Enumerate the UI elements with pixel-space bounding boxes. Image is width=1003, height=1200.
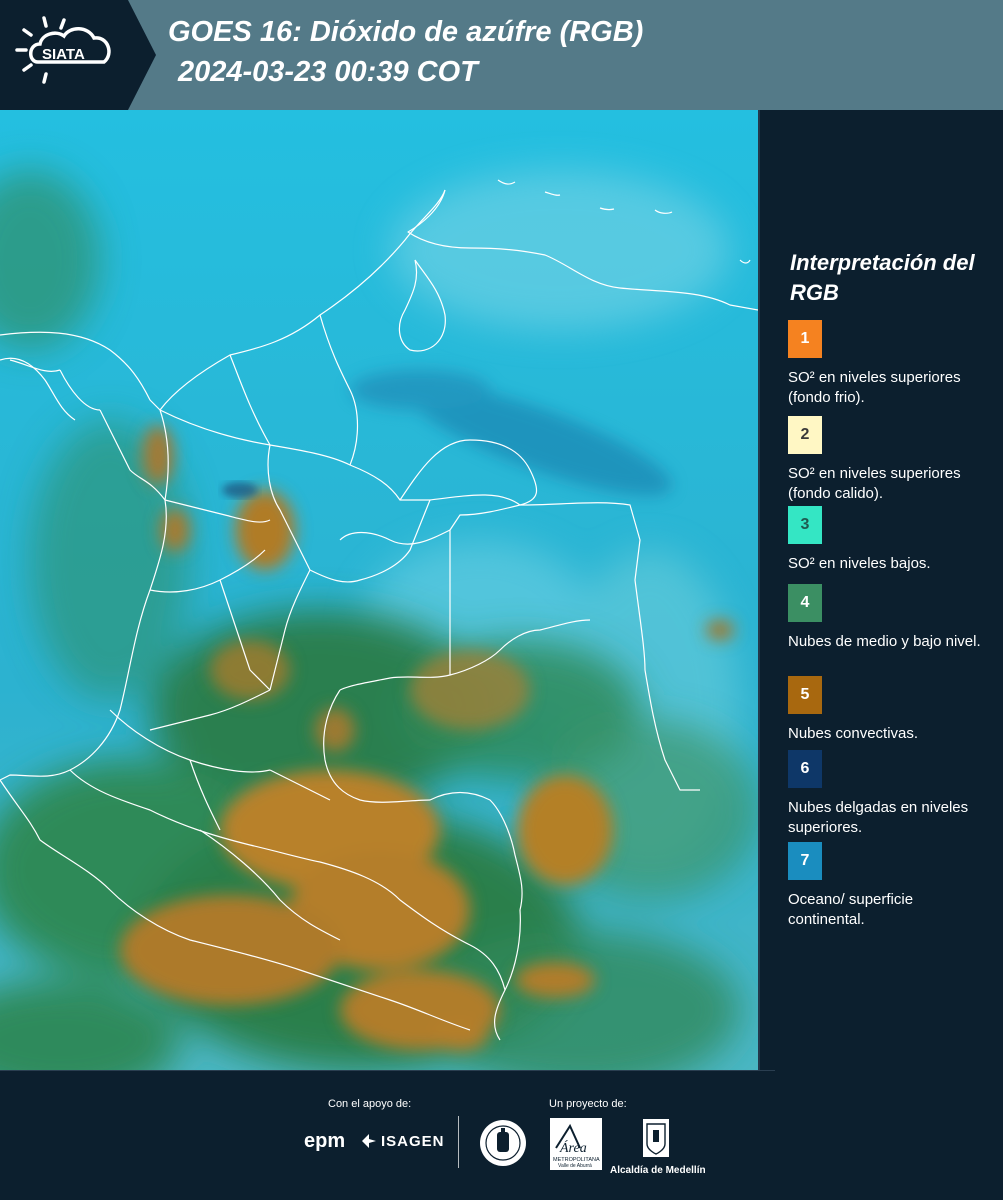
legend-item-7: 7 Oceano/ superficie continental. [788, 842, 993, 930]
legend-text-6: Nubes delgadas en niveles superiores. [788, 799, 969, 836]
footer: Con el apoyo de: Un proyecto de: epm ISA… [0, 1070, 1003, 1200]
legend-swatch-7: 7 [788, 842, 822, 880]
legend-swatch-2: 2 [788, 416, 822, 454]
medellin-seal-icon[interactable] [478, 1118, 528, 1168]
satellite-map[interactable] [0, 110, 760, 1070]
legend-text-5: Nubes convectivas. [788, 725, 919, 742]
legend-swatch-5: 5 [788, 676, 822, 714]
legend-item-5: 5 Nubes convectivas. [788, 676, 993, 744]
header-bar: SIATA GOES 16: Dióxido de azúfre (RGB) 2… [0, 0, 1003, 110]
svg-text:SIATA: SIATA [42, 46, 85, 63]
svg-text:Área: Área [559, 1139, 587, 1156]
legend-title: Interpretación del RGB [790, 250, 975, 305]
legend-panel: Interpretación del RGB 1 SO² en niveles … [770, 110, 1003, 1070]
legend-swatch-6: 6 [788, 750, 822, 788]
alcaldia-shield-icon [643, 1119, 669, 1157]
svg-text:Valle de Aburrá: Valle de Aburrá [558, 1163, 592, 1169]
siata-sun-cloud-icon: SIATA [15, 16, 111, 84]
legend-text-3: SO² en niveles bajos. [788, 555, 931, 572]
project-label: Un proyecto de: [549, 1098, 627, 1110]
legend-swatch-3: 3 [788, 506, 822, 544]
area-metropolitana-logo[interactable]: Área METROPOLITANA Valle de Aburrá [550, 1118, 602, 1170]
legend-text-7: Oceano/ superficie continental. [788, 891, 914, 928]
isagen-text: ISAGEN [381, 1132, 445, 1150]
alcaldia-medellin-logo[interactable]: Alcaldía de Medellín [610, 1118, 706, 1176]
page-title: GOES 16: Dióxido de azúfre (RGB) [168, 16, 644, 48]
isagen-icon [362, 1134, 376, 1148]
legend-swatch-1: 1 [788, 320, 822, 358]
isagen-logo[interactable]: ISAGEN [360, 1132, 445, 1150]
alcaldia-text: Alcaldía de Medellín [610, 1165, 706, 1176]
legend-item-1: 1 SO² en niveles superiores (fondo frio)… [788, 320, 993, 408]
legend-item-4: 4 Nubes de medio y bajo nivel. [788, 584, 993, 652]
page-timestamp: 2024-03-23 00:39 COT [178, 56, 478, 88]
epm-logo[interactable]: epm [304, 1130, 345, 1153]
siata-logo[interactable]: SIATA [0, 0, 128, 110]
legend-swatch-4: 4 [788, 584, 822, 622]
legend-text-4: Nubes de medio y bajo nivel. [788, 633, 981, 650]
logo-arrow-shape [128, 0, 156, 110]
legend-item-3: 3 SO² en niveles bajos. [788, 506, 993, 574]
support-label: Con el apoyo de: [328, 1098, 412, 1110]
rgb-composite-image [0, 110, 758, 1070]
legend-text-1: SO² en niveles superiores (fondo frio). [788, 369, 961, 406]
legend-text-2: SO² en niveles superiores (fondo calido)… [788, 465, 961, 502]
legend-item-6: 6 Nubes delgadas en niveles superiores. [788, 750, 993, 838]
footer-vertical-divider [458, 1116, 459, 1168]
legend-item-2: 2 SO² en niveles superiores (fondo calid… [788, 416, 993, 509]
footer-divider-line [0, 1070, 775, 1071]
